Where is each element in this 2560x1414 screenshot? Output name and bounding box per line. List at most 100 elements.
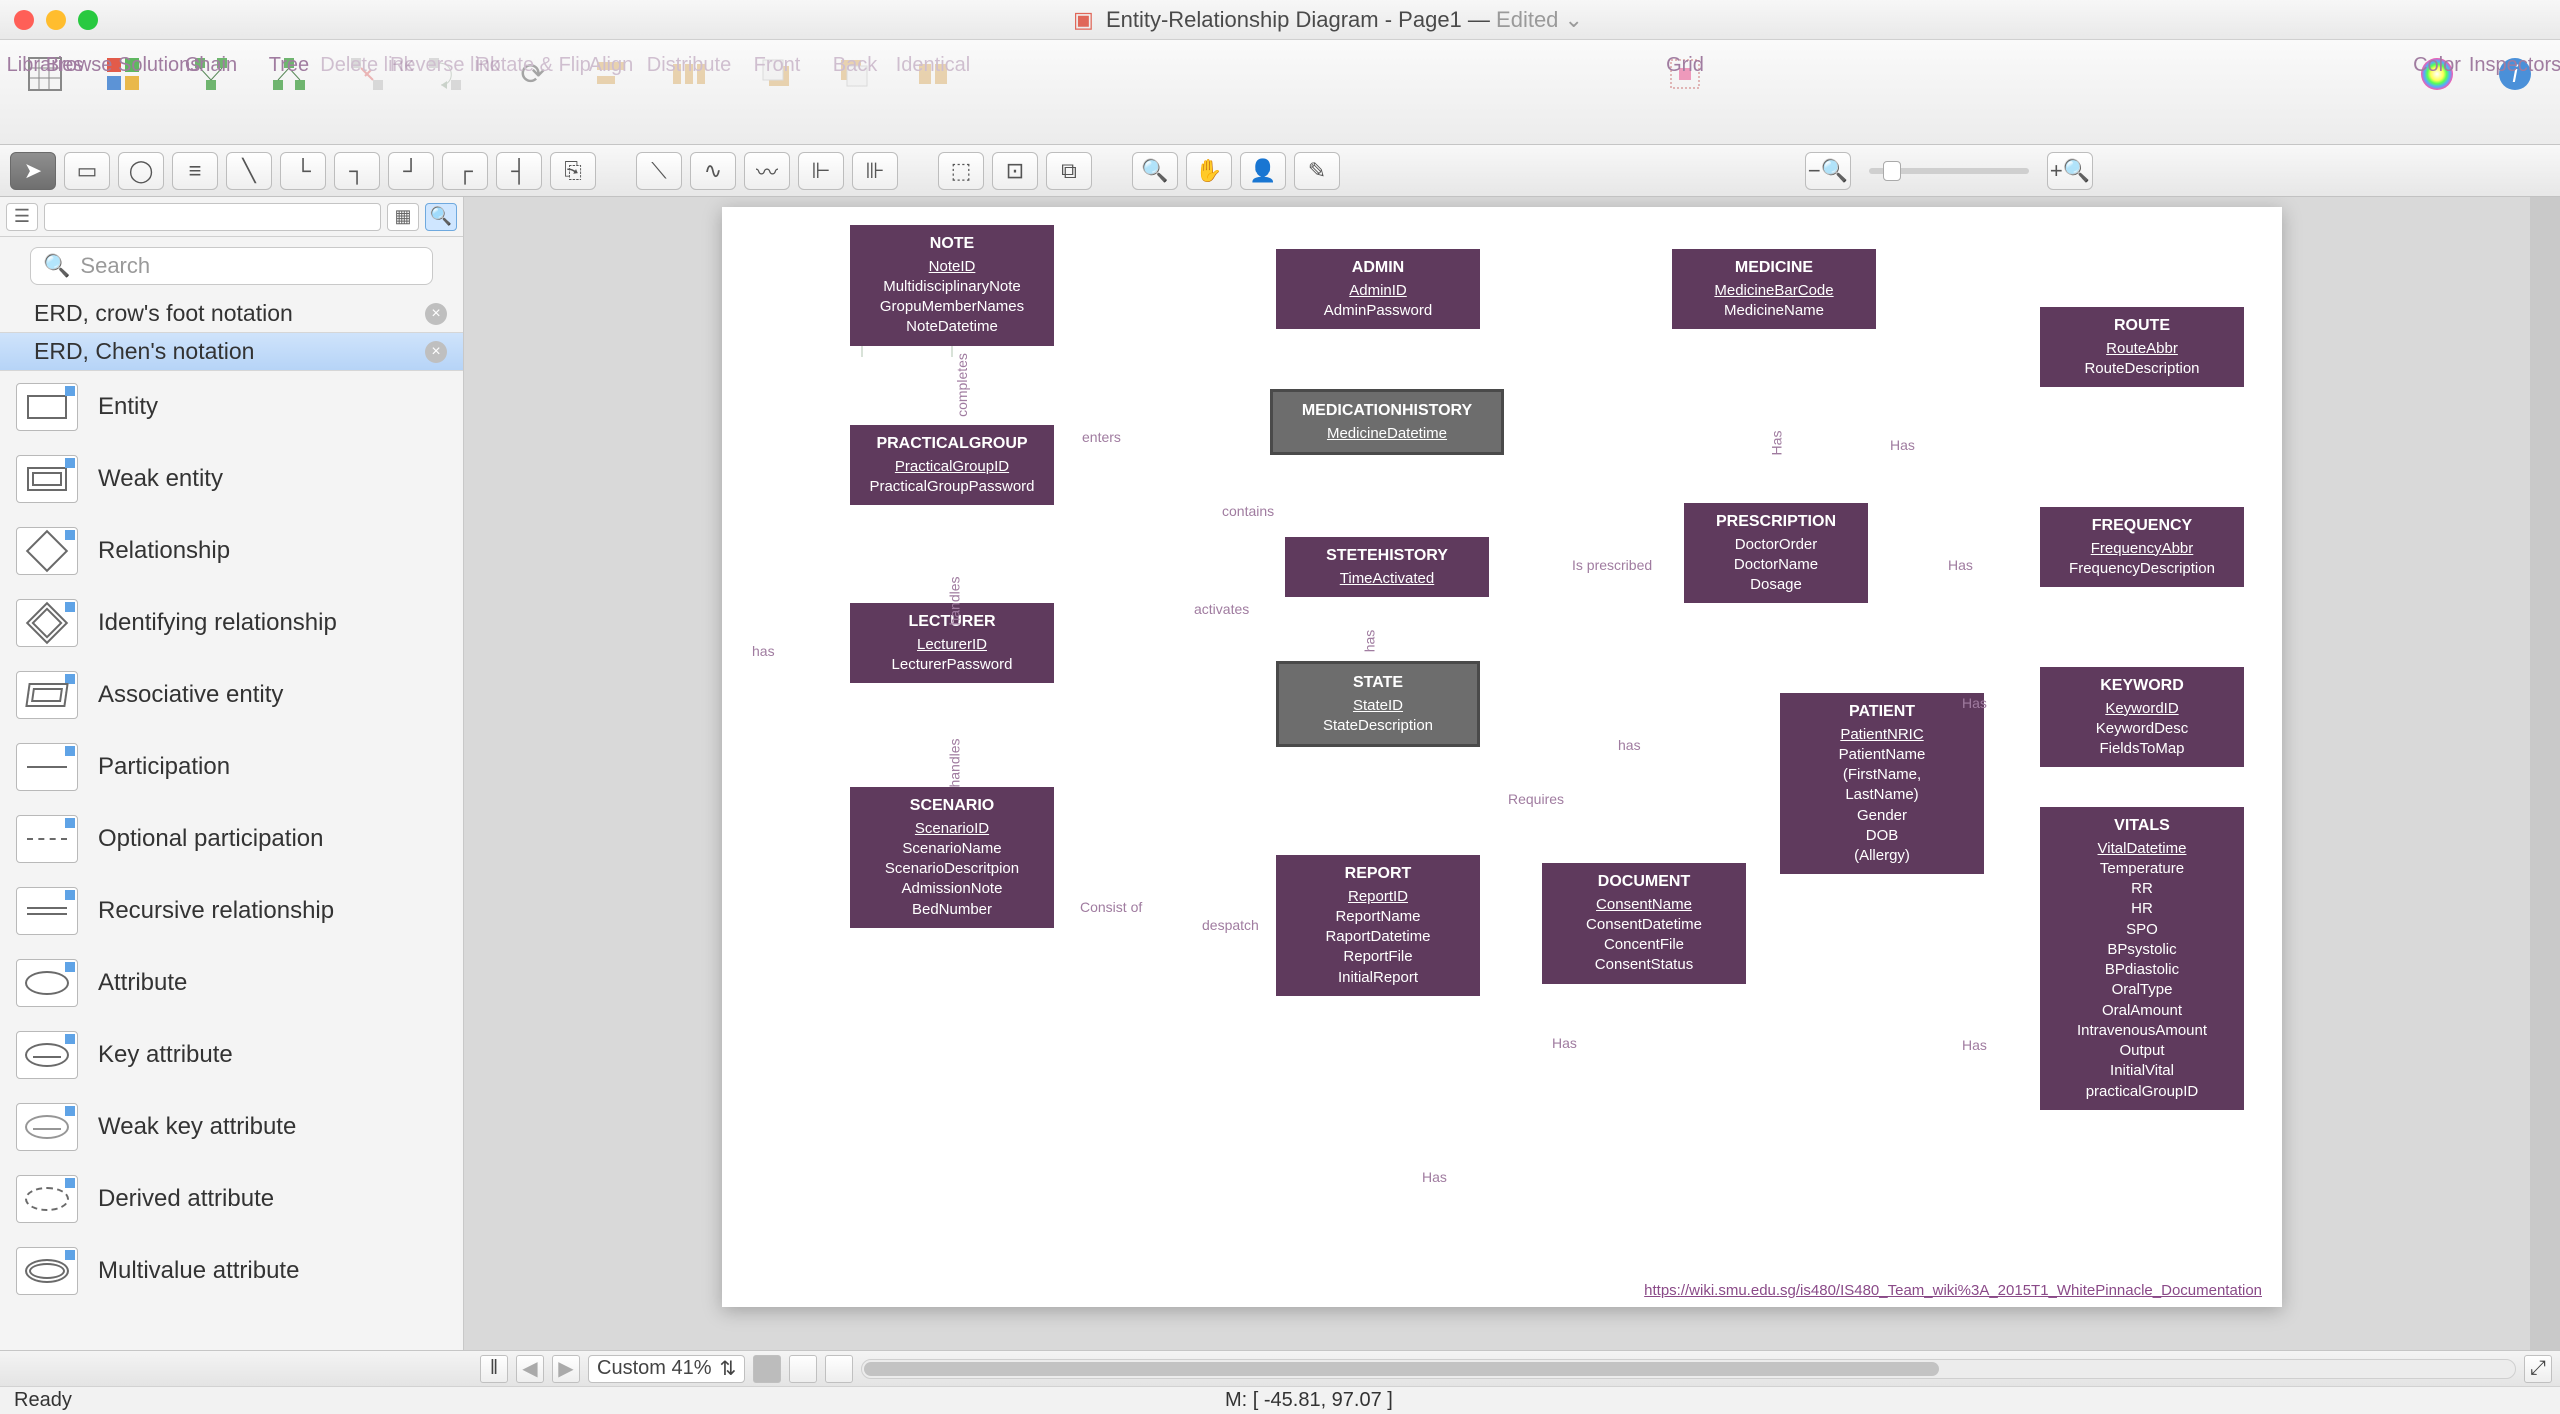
sidebar-mode-bar: ☰ ▦ 🔍 xyxy=(0,197,463,237)
next-page-button[interactable]: ▶ xyxy=(552,1355,580,1383)
entity-frequency[interactable]: FREQUENCY FrequencyAbbr FrequencyDescrip… xyxy=(2040,507,2244,587)
scrollbar-thumb[interactable] xyxy=(864,1362,1938,1376)
notation-crowsfoot[interactable]: ERD, crow's foot notation × xyxy=(0,295,463,333)
elbow-tool-2[interactable]: ┐ xyxy=(334,152,380,190)
page-tab-1[interactable] xyxy=(753,1355,781,1383)
shape-multivalue-attribute[interactable]: Multivalue attribute xyxy=(0,1235,463,1307)
curve-tool[interactable]: ∿ xyxy=(690,152,736,190)
rect-tool[interactable]: ▭ xyxy=(64,152,110,190)
shape-entity[interactable]: Entity xyxy=(0,371,463,443)
entity-prescription[interactable]: PRESCRIPTION DoctorOrder DoctorName Dosa… xyxy=(1684,503,1868,603)
notation-chen[interactable]: ERD, Chen's notation × xyxy=(0,333,463,371)
entity-state[interactable]: STATE StateID StateDescription xyxy=(1276,661,1480,747)
zoom-in-button[interactable]: +🔍 xyxy=(2047,152,2093,190)
grid-button[interactable]: Grid xyxy=(1650,46,1720,102)
page-tab-3[interactable] xyxy=(825,1355,853,1383)
insert-tool[interactable]: ⎘ xyxy=(550,152,596,190)
select-similar-tool[interactable]: ⧉ xyxy=(1046,152,1092,190)
entity-document[interactable]: DOCUMENT ConsentName ConsentDatetime Con… xyxy=(1542,863,1746,984)
line-tool[interactable]: ╲ xyxy=(226,152,272,190)
close-window-button[interactable] xyxy=(14,10,34,30)
entity-vitals[interactable]: VITALS VitalDatetime Temperature RR HR S… xyxy=(2040,807,2244,1110)
shape-associative-entity[interactable]: Associative entity xyxy=(0,659,463,731)
inspectors-button[interactable]: iInspectors xyxy=(2480,46,2550,102)
horizontal-scrollbar[interactable] xyxy=(861,1359,2516,1379)
zoom-out-button[interactable]: −🔍 xyxy=(1805,152,1851,190)
text-tool[interactable]: ≡ xyxy=(172,152,218,190)
group-tool[interactable]: ⬚ xyxy=(938,152,984,190)
minimize-window-button[interactable] xyxy=(46,10,66,30)
vertical-scrollbar[interactable] xyxy=(2530,197,2560,1350)
rotate-flip-button: ⟳Rotate & Flip xyxy=(498,46,568,102)
chain-button[interactable]: Chain xyxy=(176,46,246,102)
sidebar-mode-search[interactable]: 🔍 xyxy=(425,203,457,231)
label-has: Has xyxy=(1422,1169,1447,1185)
entity-practicalgroup[interactable]: PRACTICALGROUP PracticalGroupID Practica… xyxy=(850,425,1054,505)
close-icon[interactable]: × xyxy=(425,341,447,363)
shape-recursive-relationship[interactable]: Recursive relationship xyxy=(0,875,463,947)
document-icon: ▣ xyxy=(1073,7,1094,32)
entity-patient[interactable]: PATIENT PatientNRIC PatientName (FirstNa… xyxy=(1780,693,1984,874)
elbow-tool-1[interactable]: └ xyxy=(280,152,326,190)
sidebar-mode-grid[interactable]: ▦ xyxy=(387,203,419,231)
browse-solutions-button[interactable]: Browse Solutions xyxy=(88,46,158,102)
present-tool[interactable]: 👤 xyxy=(1240,152,1286,190)
elbow-tool-3[interactable]: ┘ xyxy=(388,152,434,190)
chevron-down-icon[interactable]: ⌄ xyxy=(1565,7,1583,32)
zoom-tool[interactable]: 🔍 xyxy=(1132,152,1178,190)
entity-scenario[interactable]: SCENARIO ScenarioID ScenarioName Scenari… xyxy=(850,787,1054,928)
entity-note[interactable]: NOTE NoteID MultidisciplinaryNote GropuM… xyxy=(850,225,1054,346)
pointer-tool[interactable]: ➤ xyxy=(10,152,56,190)
edit-tool[interactable]: ✎ xyxy=(1294,152,1340,190)
page-title: Page1 xyxy=(1398,7,1462,32)
shape-relationship[interactable]: Relationship xyxy=(0,515,463,587)
line-direct-tool[interactable]: ⟍ xyxy=(636,152,682,190)
zoom-window-button[interactable] xyxy=(78,10,98,30)
zoom-slider-knob[interactable] xyxy=(1883,161,1901,181)
sidebar-filter-input[interactable] xyxy=(44,203,381,231)
distribute-button: Distribute xyxy=(654,46,724,102)
zoom-slider[interactable] xyxy=(1869,168,2029,174)
shape-attribute[interactable]: Attribute xyxy=(0,947,463,1019)
page-tab-2[interactable] xyxy=(789,1355,817,1383)
color-button[interactable]: Color xyxy=(2402,46,2472,102)
page[interactable]: NOTE NoteID MultidisciplinaryNote GropuM… xyxy=(722,207,2282,1307)
shape-participation[interactable]: Participation xyxy=(0,731,463,803)
entity-keyword[interactable]: KEYWORD KeywordID KeywordDesc FieldsToMa… xyxy=(2040,667,2244,767)
entity-route[interactable]: ROUTE RouteAbbr RouteDescription xyxy=(2040,307,2244,387)
shape-derived-attribute[interactable]: Derived attribute xyxy=(0,1163,463,1235)
canvas-area[interactable]: NOTE NoteID MultidisciplinaryNote GropuM… xyxy=(464,197,2560,1350)
shape-identifying-relationship[interactable]: Identifying relationship xyxy=(0,587,463,659)
elbow-tool-4[interactable]: ┌ xyxy=(442,152,488,190)
entity-medicine[interactable]: MEDICINE MedicineBarCode MedicineName xyxy=(1672,249,1876,329)
label-activates: activates xyxy=(1194,601,1249,617)
ellipse-tool[interactable]: ◯ xyxy=(118,152,164,190)
label-has: has xyxy=(1361,630,1377,653)
tree-button[interactable]: Tree xyxy=(254,46,324,102)
shape-weak-key-attribute[interactable]: Weak key attribute xyxy=(0,1091,463,1163)
shape-key-attribute[interactable]: Key attribute xyxy=(0,1019,463,1091)
notation-label: ERD, crow's foot notation xyxy=(34,300,293,327)
close-icon[interactable]: × xyxy=(425,303,447,325)
entity-report[interactable]: REPORT ReportID ReportName RaportDatetim… xyxy=(1276,855,1480,996)
entity-admin[interactable]: ADMIN AdminID AdminPassword xyxy=(1276,249,1480,329)
spline-tool[interactable]: 〰 xyxy=(744,152,790,190)
sidebar-mode-outline[interactable]: ☰ xyxy=(6,203,38,231)
page-list-button[interactable]: ‖ xyxy=(480,1355,508,1383)
shape-optional-participation[interactable]: Optional participation xyxy=(0,803,463,875)
source-link[interactable]: https://wiki.smu.edu.sg/is480/IS480_Team… xyxy=(1644,1282,2262,1299)
label-has: Has xyxy=(1890,437,1915,453)
sidebar-search-input[interactable]: 🔍 Search xyxy=(30,247,433,285)
label-has: Has xyxy=(1768,431,1784,456)
ungroup-tool[interactable]: ⊡ xyxy=(992,152,1038,190)
hand-tool[interactable]: ✋ xyxy=(1186,152,1232,190)
arrow-merge-tool[interactable]: ⊪ xyxy=(852,152,898,190)
prev-page-button[interactable]: ◀ xyxy=(516,1355,544,1383)
entity-statehistory[interactable]: STETEHISTORY TimeActivated xyxy=(1285,537,1489,597)
zoom-select[interactable]: Custom 41% ⇅ xyxy=(588,1355,745,1383)
fit-page-button[interactable]: ⤢ xyxy=(2524,1355,2552,1383)
shape-weak-entity[interactable]: Weak entity xyxy=(0,443,463,515)
entity-medicationhistory[interactable]: MEDICATIONHISTORY MedicineDatetime xyxy=(1270,389,1504,455)
arrow-split-tool[interactable]: ⊩ xyxy=(798,152,844,190)
elbow-tool-5[interactable]: ┤ xyxy=(496,152,542,190)
